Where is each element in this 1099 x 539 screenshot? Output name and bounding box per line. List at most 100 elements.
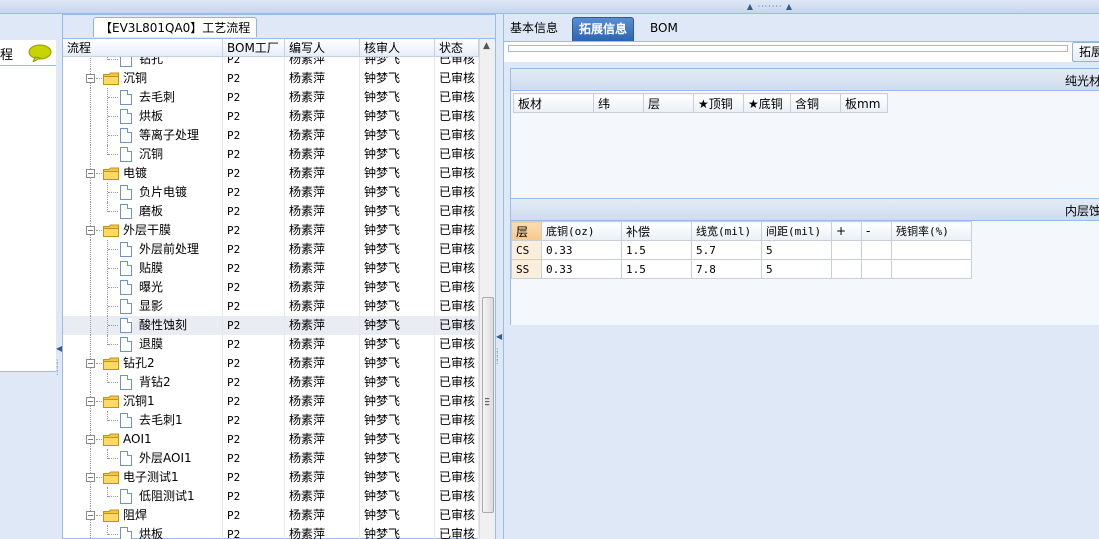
process-step-row[interactable]: 显影 P2 杨素萍 钟梦飞 已审核 [63,297,479,316]
auditor-cell: 钟梦飞 [360,278,435,297]
writer-cell: 杨素萍 [285,468,360,487]
material-col-top-copper[interactable]: ★顶铜 [693,93,744,113]
left-navigator-list[interactable] [0,66,62,372]
process-step-row[interactable]: 背钻2 P2 杨素萍 钟梦飞 已审核 [63,373,479,392]
process-step-row[interactable]: 退膜 P2 杨素萍 钟梦飞 已审核 [63,335,479,354]
expand-toggle-icon[interactable]: − [86,473,95,482]
expand-toggle-icon[interactable]: − [86,226,95,235]
expand-toggle-icon[interactable]: − [86,169,95,178]
process-step-row[interactable]: 等离子处理 P2 杨素萍 钟梦飞 已审核 [63,126,479,145]
process-step-row[interactable]: 曝光 P2 杨素萍 钟梦飞 已审核 [63,278,479,297]
tree-cell: − AOI1 [63,430,223,449]
scrollbar-thumb[interactable]: ━ ━ ━ [482,297,494,513]
process-grid-scrollbar[interactable]: ▲ ━ ━ ━ [479,39,495,539]
column-header-auditor[interactable]: 核审人 [360,39,435,57]
collapse-right-icon[interactable]: ◀ [496,332,502,341]
etch-col-spacing[interactable]: 间距(mil) [761,221,832,241]
process-step-row[interactable]: 负片电镀 P2 杨素萍 钟梦飞 已审核 [63,183,479,202]
etch-cell-line-width[interactable]: 5.7 [691,240,762,260]
process-step-row[interactable]: 贴膜 P2 杨素萍 钟梦飞 已审核 [63,259,479,278]
bom-factory-cell: P2 [223,69,285,88]
section-plain-material-header: 纯光材 [511,69,1099,91]
expand-toggle-icon[interactable]: − [86,74,95,83]
expand-button[interactable]: 拓展 [1072,42,1099,62]
writer-cell: 杨素萍 [285,525,360,539]
column-header-status[interactable]: 状态 [435,39,479,57]
process-step-row[interactable]: 磨板 P2 杨素萍 钟梦飞 已审核 [63,202,479,221]
etch-cell-spacing[interactable]: 5 [761,259,832,279]
process-step-row[interactable]: 去毛刺1 P2 杨素萍 钟梦飞 已审核 [63,411,479,430]
etch-cell-plus[interactable] [831,240,862,260]
etch-row-ss[interactable]: SS 0.33 1.5 7.8 5 [511,259,972,279]
material-col-copper-content[interactable]: 含铜 [790,93,841,113]
etch-col-residual-copper[interactable]: 残铜率(%) [891,221,972,241]
etch-cell-base-copper[interactable]: 0.33 [541,259,622,279]
detail-horizontal-track[interactable] [508,45,1068,52]
etch-cell-compensation[interactable]: 1.5 [621,240,692,260]
etch-col-minus[interactable]: - [861,221,892,241]
material-col-bottom-copper[interactable]: ★底铜 [743,93,791,113]
etch-row-cs[interactable]: CS 0.33 1.5 5.7 5 [511,240,972,260]
material-col-layer[interactable]: 层 [643,93,694,113]
status-cell: 已审核 [435,221,479,240]
etch-cell-residual[interactable] [891,259,972,279]
etch-cell-line-width[interactable]: 7.8 [691,259,762,279]
etch-cell-minus[interactable] [861,240,892,260]
splitter-grip-icon[interactable]: ▲ ······· ▲ [740,3,800,11]
expand-toggle-icon[interactable]: − [86,435,95,444]
status-cell: 已审核 [435,373,479,392]
process-group-row[interactable]: − 沉铜1 P2 杨素萍 钟梦飞 已审核 [63,392,479,411]
tab-basic-info[interactable]: 基本信息 [504,17,564,41]
splitter-dots-icon[interactable]: :::: [56,358,58,377]
etch-cell-compensation[interactable]: 1.5 [621,259,692,279]
chat-bubble-icon[interactable] [28,44,52,62]
etch-col-layer[interactable]: 层 [511,221,542,241]
process-group-row[interactable]: − 电镀 P2 杨素萍 钟梦飞 已审核 [63,164,479,183]
process-group-row[interactable]: − 电子测试1 P2 杨素萍 钟梦飞 已审核 [63,468,479,487]
process-step-name: 钻孔 [139,57,164,66]
etch-cell-plus[interactable] [831,259,862,279]
column-header-bom-factory[interactable]: BOM工厂 [223,39,285,57]
right-splitter[interactable]: ◀ :::: [496,14,502,539]
process-step-row[interactable]: 低阻测试1 P2 杨素萍 钟梦飞 已审核 [63,487,479,506]
etch-cell-base-copper[interactable]: 0.33 [541,240,622,260]
process-step-row[interactable]: 烘板 P2 杨素萍 钟梦飞 已审核 [63,107,479,126]
top-splitter-bar[interactable]: ▲ ······· ▲ [0,0,1099,14]
etch-cell-layer[interactable]: SS [511,259,542,279]
process-group-row[interactable]: − AOI1 P2 杨素萍 钟梦飞 已审核 [63,430,479,449]
tab-extended-info[interactable]: 拓展信息 [572,17,635,41]
process-step-row[interactable]: 外层前处理 P2 杨素萍 钟梦飞 已审核 [63,240,479,259]
process-step-row[interactable]: 沉铜 P2 杨素萍 钟梦飞 已审核 [63,145,479,164]
expand-toggle-icon[interactable]: − [86,359,95,368]
material-col-board[interactable]: 板材 [513,93,594,113]
process-group-row[interactable]: − 钻孔2 P2 杨素萍 钟梦飞 已审核 [63,354,479,373]
process-group-row[interactable]: − 沉铜 P2 杨素萍 钟梦飞 已审核 [63,69,479,88]
process-step-row[interactable]: 去毛刺 P2 杨素萍 钟梦飞 已审核 [63,88,479,107]
column-header-process[interactable]: 流程 [63,39,223,57]
column-header-writer[interactable]: 编写人 [285,39,360,57]
expand-toggle-icon[interactable]: − [86,397,95,406]
process-step-row[interactable]: 外层AOI1 P2 杨素萍 钟梦飞 已审核 [63,449,479,468]
etch-col-line-width[interactable]: 线宽(mil) [691,221,762,241]
material-col-weft[interactable]: 纬 [593,93,644,113]
etch-col-base-copper[interactable]: 底铜(oz) [541,221,622,241]
etch-cell-residual[interactable] [891,240,972,260]
process-step-row[interactable]: 烘板 P2 杨素萍 钟梦飞 已审核 [63,525,479,539]
process-group-row[interactable]: − 阻焊 P2 杨素萍 钟梦飞 已审核 [63,506,479,525]
process-group-row[interactable]: − 外层干膜 P2 杨素萍 钟梦飞 已审核 [63,221,479,240]
writer-cell: 杨素萍 [285,316,360,335]
etch-cell-spacing[interactable]: 5 [761,240,832,260]
etch-col-compensation[interactable]: 补偿 [621,221,692,241]
process-step-row[interactable]: 酸性蚀刻 P2 杨素萍 钟梦飞 已审核 [63,316,479,335]
expand-toggle-icon[interactable]: − [86,511,95,520]
process-step-row[interactable]: 钻孔 P2 杨素萍 钟梦飞 已审核 [63,57,479,69]
tab-bom[interactable]: BOM [644,17,684,41]
etch-cell-minus[interactable] [861,259,892,279]
material-col-board-mm[interactable]: 板mm [840,93,888,113]
scroll-up-icon[interactable]: ▲ [483,41,490,51]
tree-guide-line [90,259,91,278]
etch-cell-layer[interactable]: CS [511,240,542,260]
right-splitter-dots-icon[interactable]: :::: [496,347,498,366]
bom-factory-cell: P2 [223,126,285,145]
etch-col-plus[interactable]: + [831,221,862,241]
